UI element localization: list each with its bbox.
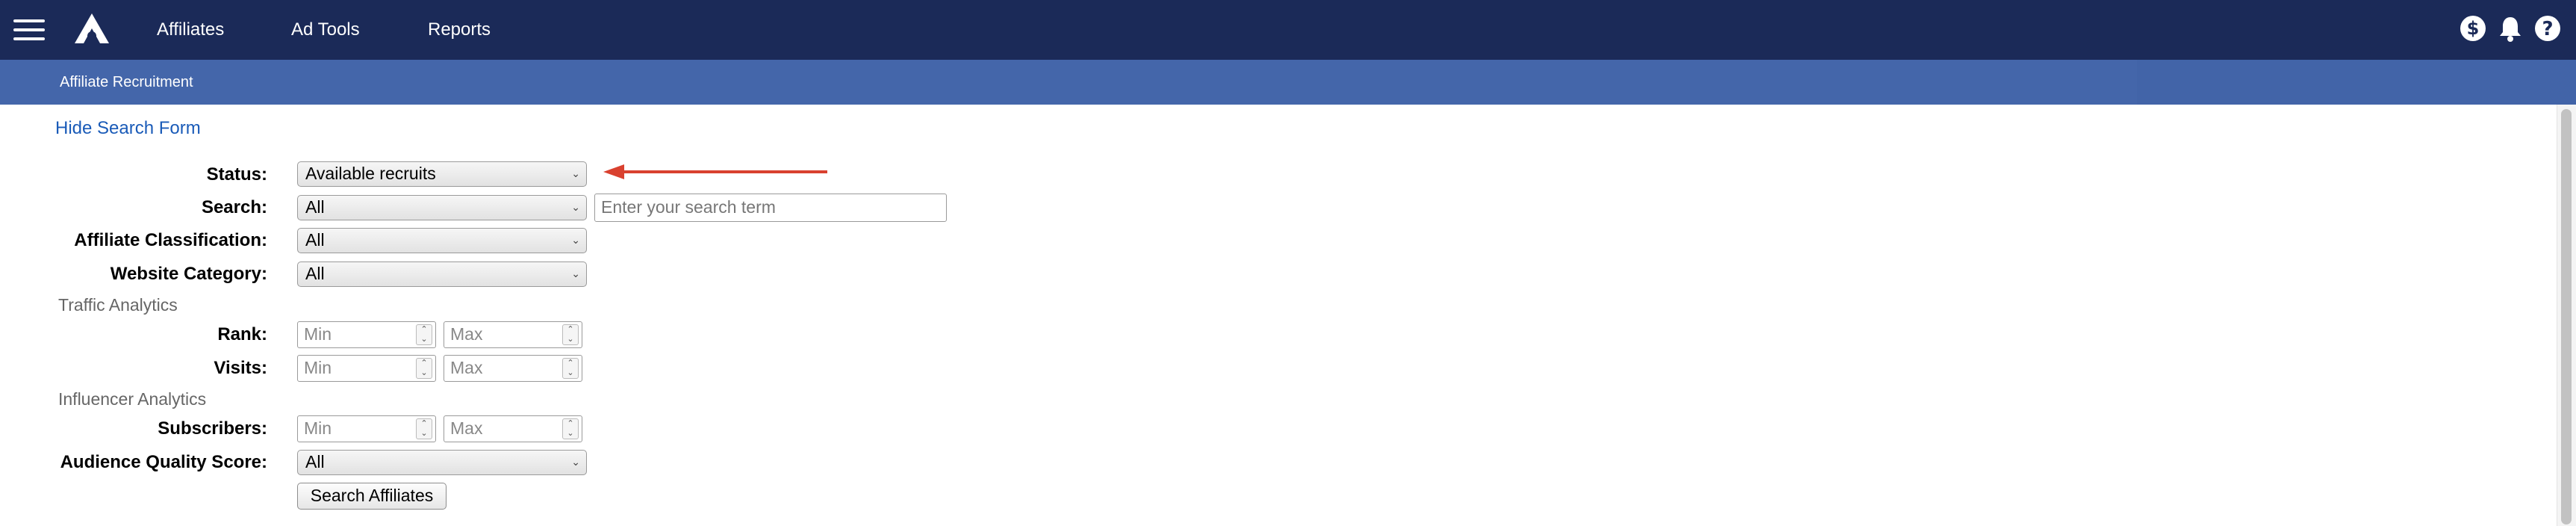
secondary-bar-shade — [2137, 60, 2576, 105]
page-title: Affiliate Recruitment — [60, 74, 193, 90]
hide-search-form-link[interactable]: Hide Search Form — [55, 118, 201, 139]
help-circle-icon[interactable]: ? — [2534, 15, 2561, 42]
classification-select[interactable]: All ⌄ — [297, 228, 587, 253]
dollar-circle-icon[interactable]: $ — [2460, 15, 2486, 42]
audience-quality-value: All — [305, 452, 325, 471]
visits-max-placeholder: Max — [450, 358, 483, 377]
chevron-down-icon: ⌄ — [571, 201, 580, 213]
visits-max-input[interactable]: Max ⌃ ⌄ — [444, 355, 582, 382]
subscribers-min-input[interactable]: Min ⌃ ⌄ — [297, 415, 436, 442]
category-label: Website Category: — [110, 264, 267, 284]
svg-text:$: $ — [2467, 18, 2480, 39]
traffic-analytics-heading: Traffic Analytics — [58, 295, 178, 315]
classification-label: Affiliate Classification: — [74, 230, 267, 250]
search-scope-select[interactable]: All ⌄ — [297, 195, 587, 220]
stepper-icon[interactable]: ⌃ ⌄ — [416, 324, 432, 345]
subscribers-label: Subscribers: — [158, 418, 267, 439]
hamburger-menu-icon[interactable] — [13, 19, 45, 40]
brand-logo-icon[interactable] — [72, 10, 112, 46]
search-input[interactable]: Enter your search term — [594, 194, 947, 222]
chevron-down-icon: ⌄ — [571, 234, 580, 246]
secondary-bar: Affiliate Recruitment — [0, 60, 2576, 105]
chevron-down-icon: ⌄ — [571, 267, 580, 279]
visits-min-placeholder: Min — [304, 358, 332, 377]
visits-label: Visits: — [214, 358, 267, 378]
status-select[interactable]: Available recruits ⌄ — [297, 161, 587, 187]
rank-label: Rank: — [217, 324, 267, 344]
stepper-icon[interactable]: ⌃ ⌄ — [416, 418, 432, 439]
category-select[interactable]: All ⌄ — [297, 262, 587, 287]
search-affiliates-button[interactable]: Search Affiliates — [297, 483, 447, 510]
influencer-analytics-heading: Influencer Analytics — [58, 389, 207, 409]
rank-max-placeholder: Max — [450, 324, 483, 344]
chevron-down-icon: ⌄ — [571, 167, 580, 179]
nav-item-ad-tools[interactable]: Ad Tools — [291, 19, 360, 40]
stepper-icon[interactable]: ⌃ ⌄ — [562, 358, 579, 379]
subscribers-min-placeholder: Min — [304, 418, 332, 438]
category-value: All — [305, 264, 325, 283]
rank-min-input[interactable]: Min ⌃ ⌄ — [297, 321, 436, 348]
stepper-icon[interactable]: ⌃ ⌄ — [416, 358, 432, 379]
rank-max-input[interactable]: Max ⌃ ⌄ — [444, 321, 582, 348]
red-arrow-icon — [603, 164, 827, 179]
search-scope-value: All — [305, 197, 325, 217]
stepper-icon[interactable]: ⌃ ⌄ — [562, 418, 579, 439]
nav-item-reports[interactable]: Reports — [428, 19, 491, 40]
chevron-down-icon: ⌄ — [571, 456, 580, 468]
audience-quality-label: Audience Quality Score: — [60, 452, 267, 472]
bell-icon[interactable] — [2497, 15, 2524, 42]
svg-text:?: ? — [2542, 18, 2553, 40]
rank-min-placeholder: Min — [304, 324, 332, 344]
subscribers-max-placeholder: Max — [450, 418, 483, 438]
stepper-icon[interactable]: ⌃ ⌄ — [562, 324, 579, 345]
audience-quality-select[interactable]: All ⌄ — [297, 450, 587, 475]
scrollbar-thumb[interactable] — [2561, 109, 2572, 525]
top-right-icons: $ ? — [2460, 15, 2561, 45]
status-label: Status: — [206, 164, 267, 185]
nav-item-affiliates[interactable]: Affiliates — [157, 19, 224, 40]
subscribers-max-input[interactable]: Max ⌃ ⌄ — [444, 415, 582, 442]
classification-value: All — [305, 230, 325, 250]
status-select-value: Available recruits — [305, 164, 436, 183]
visits-min-input[interactable]: Min ⌃ ⌄ — [297, 355, 436, 382]
top-navigation-bar: Affiliates Ad Tools Reports $ ? — [0, 0, 2576, 60]
search-label: Search: — [201, 197, 267, 217]
